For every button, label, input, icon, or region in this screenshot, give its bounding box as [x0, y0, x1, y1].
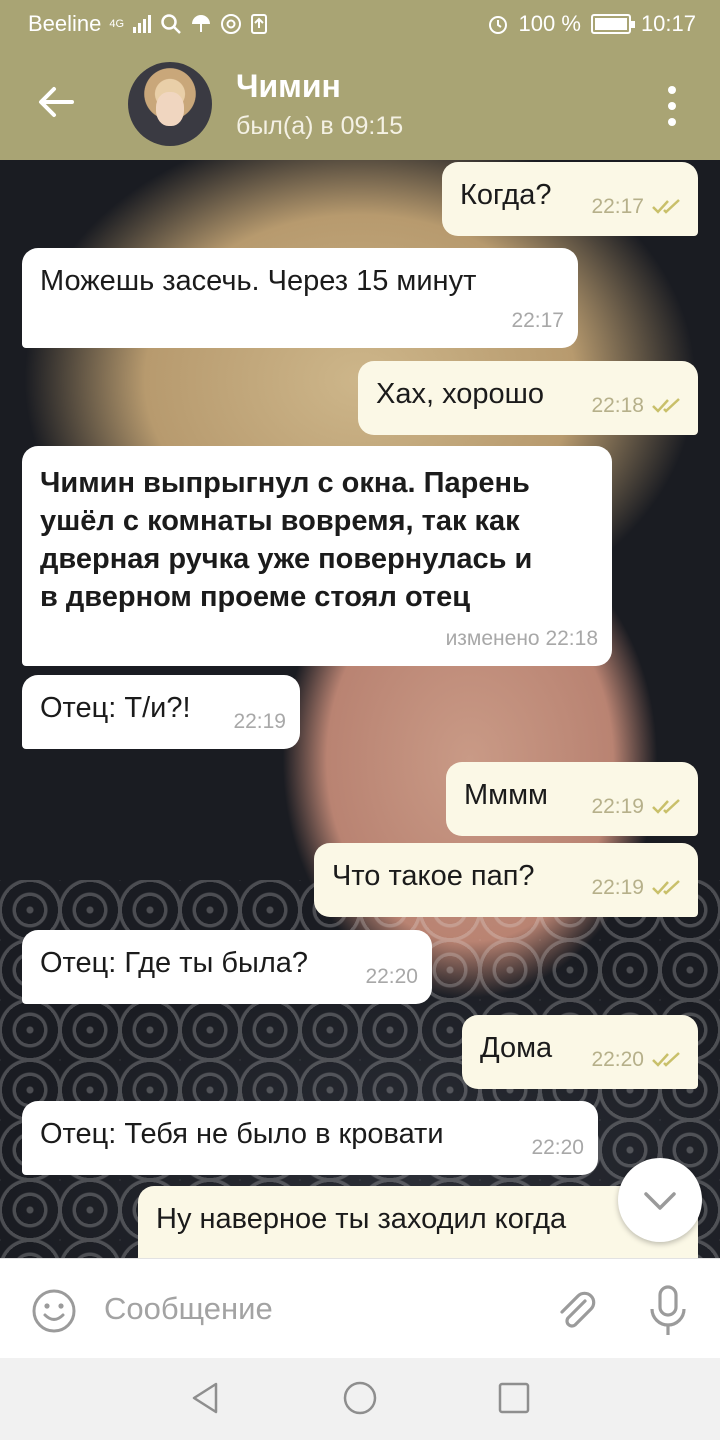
last-seen-status: был(а) в 09:15 — [236, 112, 404, 140]
message-outgoing[interactable]: Ну наверное ты заходил когда — [138, 1186, 698, 1258]
message-text: Дома — [480, 1032, 553, 1064]
message-incoming[interactable]: Чимин выпрыгнул с окна. Парень ушёл с ко… — [22, 446, 612, 666]
message-text: Отец: Тебя не было в кровати — [40, 1118, 444, 1150]
message-outgoing[interactable]: Хах, хорошо 22:18 — [358, 361, 698, 435]
message-incoming[interactable]: Отец: Тебя не было в кровати 22:20 — [22, 1101, 598, 1175]
chat-header: Чимин был(а) в 09:15 — [0, 48, 720, 160]
message-outgoing[interactable]: Дома 22:20 — [462, 1015, 698, 1089]
message-outgoing[interactable]: Что такое пап? 22:19 — [314, 843, 698, 917]
contact-name[interactable]: Чимин — [236, 68, 341, 105]
message-text: Когда? — [460, 179, 552, 211]
message-time: 22:19 — [591, 795, 644, 818]
upload-icon — [251, 14, 268, 34]
message-incoming[interactable]: Можешь засечь. Через 15 минут 22:17 — [22, 248, 578, 348]
emoji-button[interactable] — [30, 1287, 78, 1335]
triangle-back-icon — [192, 1382, 218, 1414]
microphone-icon — [650, 1285, 686, 1335]
search-icon — [161, 14, 181, 34]
nav-recent-button[interactable] — [496, 1380, 532, 1416]
system-nav-bar — [0, 1358, 720, 1440]
circle-home-icon — [343, 1381, 377, 1415]
message-time: 22:17 — [591, 195, 644, 218]
message-time: 22:20 — [591, 1048, 644, 1071]
message-line: дверная ручка уже повернулась и — [40, 543, 533, 575]
read-ticks-icon — [652, 398, 680, 413]
message-time: 22:20 — [531, 1136, 584, 1159]
message-text: Ну наверное ты заходил когда — [156, 1203, 567, 1235]
message-outgoing[interactable]: Когда? 22:17 — [442, 162, 698, 236]
more-vertical-icon[interactable] — [660, 86, 684, 126]
emoji-icon — [32, 1289, 76, 1333]
message-text: Отец: Где ты была? — [40, 947, 309, 979]
nav-back-button[interactable] — [188, 1380, 224, 1416]
read-ticks-icon — [652, 199, 680, 214]
network-type: 4G — [109, 17, 125, 30]
message-line: в дверном проеме стоял отец — [40, 581, 471, 613]
message-outgoing[interactable]: Мммм 22:19 — [446, 762, 698, 836]
alarm-icon — [488, 16, 507, 34]
nav-home-button[interactable] — [342, 1380, 378, 1416]
chat-area[interactable]: Когда? 22:17 Можешь засечь. Через 15 мин… — [0, 160, 720, 1258]
carrier-label: Beeline — [28, 11, 102, 36]
message-time: 22:19 — [591, 876, 644, 899]
read-ticks-icon — [652, 1052, 680, 1067]
signal-icon — [133, 15, 152, 33]
microphone-button[interactable] — [644, 1283, 692, 1339]
battery-icon — [590, 14, 635, 34]
message-input-bar — [0, 1258, 720, 1358]
back-button[interactable] — [32, 78, 80, 126]
status-bar: Beeline 4G 100 % 10:17 — [0, 0, 720, 48]
square-recents-icon — [498, 1382, 530, 1414]
at-icon — [221, 14, 242, 34]
message-text: Мммм — [464, 779, 548, 811]
message-line: Чимин выпрыгнул с окна. Парень — [40, 467, 530, 499]
message-text: Хах, хорошо — [376, 378, 545, 410]
avatar[interactable] — [128, 62, 212, 146]
arrow-left-icon — [39, 87, 74, 117]
message-time: изменено 22:18 — [445, 627, 598, 650]
message-time: 22:17 — [511, 309, 564, 332]
scroll-down-button[interactable] — [618, 1158, 702, 1242]
umbrella-icon — [192, 15, 211, 32]
paperclip-icon — [560, 1291, 596, 1328]
clock: 10:17 — [640, 11, 696, 36]
message-input[interactable] — [104, 1283, 524, 1335]
attach-button[interactable] — [552, 1287, 600, 1335]
message-incoming[interactable]: Отец: Где ты была? 22:20 — [22, 930, 432, 1004]
message-line: ушёл с комнаты вовремя, так как — [40, 505, 520, 537]
battery-percent: 100 % — [518, 11, 581, 36]
message-time: 22:18 — [591, 394, 644, 417]
message-text: Отец: Т/и?! — [40, 692, 191, 724]
message-incoming[interactable]: Отец: Т/и?! 22:19 — [22, 675, 300, 749]
message-text: Можешь засечь. Через 15 минут — [40, 265, 477, 297]
message-time: 22:19 — [233, 710, 286, 733]
read-ticks-icon — [652, 880, 680, 895]
message-text: Что такое пап? — [332, 860, 535, 892]
read-ticks-icon — [652, 799, 680, 814]
chevron-down-icon — [644, 1192, 676, 1210]
message-time: 22:20 — [365, 965, 418, 988]
